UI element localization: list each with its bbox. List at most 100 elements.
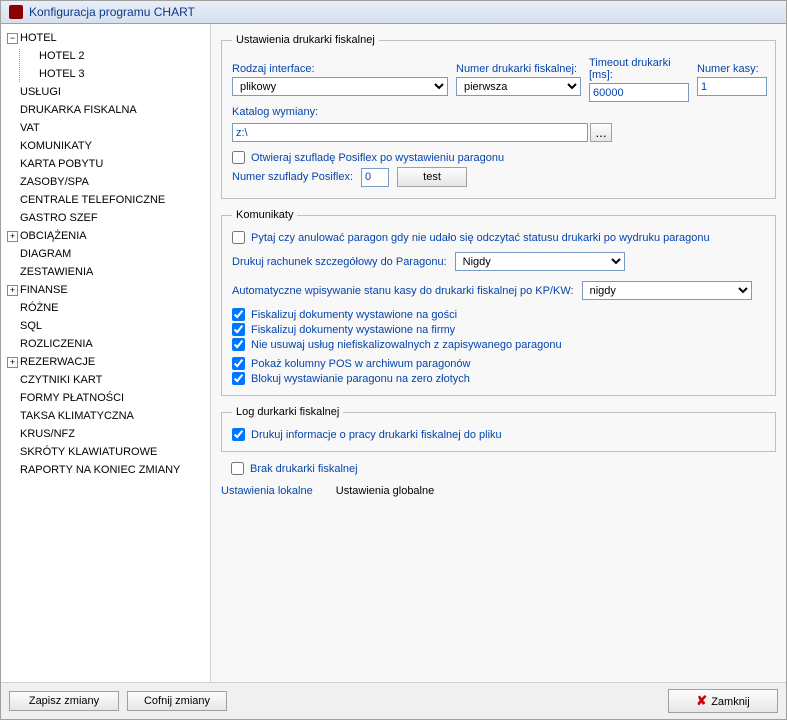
printer-number-label: Numer drukarki fiskalnej:	[456, 63, 581, 75]
tree-item[interactable]: CZYTNIKI KART	[5, 373, 210, 388]
tree-item-label: KOMUNIKATY	[20, 139, 92, 154]
tree-toggle-icon[interactable]: +	[7, 231, 18, 242]
tree-item[interactable]: TAKSA KLIMATYCZNA	[5, 409, 210, 424]
tree-toggle-icon[interactable]: +	[7, 357, 18, 368]
tree-toggle-icon	[26, 69, 37, 80]
tree-item-label: ZESTAWIENIA	[20, 265, 93, 280]
tree-toggle-icon	[7, 177, 18, 188]
tree-toggle-icon	[7, 393, 18, 404]
tree-item-label: RAPORTY NA KONIEC ZMIANY	[20, 463, 180, 478]
tree-item[interactable]: ROZLICZENIA	[5, 337, 210, 352]
browse-button[interactable]: ...	[590, 123, 612, 142]
tree-toggle-icon[interactable]: +	[7, 285, 18, 296]
show-pos-label: Pokaż kolumny POS w archiwum paragonów	[251, 358, 470, 370]
log-group: Log durkarki fiskalnej Drukuj informacje…	[221, 406, 776, 452]
tree-item-label: FINANSE	[20, 283, 68, 298]
katalog-input[interactable]	[232, 123, 588, 142]
tree-toggle-icon	[7, 249, 18, 260]
tab-global: Ustawienia globalne	[336, 485, 434, 497]
tree-toggle-icon	[7, 195, 18, 206]
tab-local[interactable]: Ustawienia lokalne	[221, 485, 313, 497]
tree-item-label: KRUS/NFZ	[20, 427, 75, 442]
interface-select[interactable]: plikowy	[232, 77, 448, 96]
tree-toggle-icon	[7, 213, 18, 224]
tree-item-label: ZASOBY/SPA	[20, 175, 89, 190]
tree-item[interactable]: RAPORTY NA KONIEC ZMIANY	[5, 463, 210, 478]
tree-item[interactable]: USŁUGI	[5, 85, 210, 100]
tree-item-label: RÓŻNE	[20, 301, 59, 316]
tree-item[interactable]: SKRÓTY KLAWIATUROWE	[5, 445, 210, 460]
printer-number-select[interactable]: pierwsza	[456, 77, 581, 96]
tree-item[interactable]: SQL	[5, 319, 210, 334]
tree-item-label: OBCIĄŻENIA	[20, 229, 87, 244]
tree-item[interactable]: GASTRO SZEF	[5, 211, 210, 226]
tree-item[interactable]: +REZERWACJE	[5, 355, 210, 370]
timeout-input[interactable]	[589, 83, 689, 102]
tree-toggle-icon	[7, 321, 18, 332]
komunikaty-group: Komunikaty Pytaj czy anulować paragon gd…	[221, 209, 776, 396]
tree-item[interactable]: +OBCIĄŻENIA	[5, 229, 210, 244]
ask-cancel-label: Pytaj czy anulować paragon gdy nie udało…	[251, 232, 710, 244]
tree-item-label: SKRÓTY KLAWIATUROWE	[20, 445, 157, 460]
ask-cancel-checkbox[interactable]	[232, 231, 245, 244]
tree-item[interactable]: ZESTAWIENIA	[5, 265, 210, 280]
tree-item-label: DRUKARKA FISKALNA	[20, 103, 137, 118]
tree-item[interactable]: −HOTEL	[5, 31, 210, 46]
tree-toggle-icon	[7, 141, 18, 152]
tree-item[interactable]: DIAGRAM	[5, 247, 210, 262]
tree-toggle-icon	[7, 411, 18, 422]
tree-toggle-icon	[7, 375, 18, 386]
tree-toggle-icon	[7, 339, 18, 350]
undo-button[interactable]: Cofnij zmiany	[127, 691, 227, 711]
kasa-label: Numer kasy:	[697, 63, 767, 75]
no-remove-label: Nie usuwaj usług niefiskalizowalnych z z…	[251, 339, 562, 351]
fisk-guests-checkbox[interactable]	[232, 308, 245, 321]
fiscal-printer-group: Ustawienia drukarki fiskalnej Rodzaj int…	[221, 34, 776, 199]
fiscal-printer-legend: Ustawienia drukarki fiskalnej	[232, 34, 379, 46]
tree-toggle-icon	[26, 51, 37, 62]
tree-item-label: TAKSA KLIMATYCZNA	[20, 409, 134, 424]
posiflex-open-checkbox[interactable]	[232, 151, 245, 164]
tree-toggle-icon	[7, 447, 18, 458]
tree-item[interactable]: KARTA POBYTU	[5, 157, 210, 172]
tree-item[interactable]: DRUKARKA FISKALNA	[5, 103, 210, 118]
tree-toggle-icon	[7, 303, 18, 314]
tree-item[interactable]: ZASOBY/SPA	[5, 175, 210, 190]
window-title: Konfiguracja programu CHART	[29, 5, 195, 19]
show-pos-checkbox[interactable]	[232, 357, 245, 370]
tree-item[interactable]: HOTEL 3	[24, 67, 210, 82]
block-zero-checkbox[interactable]	[232, 372, 245, 385]
print-log-checkbox[interactable]	[232, 428, 245, 441]
tree-toggle-icon	[7, 429, 18, 440]
tree-item-label: SQL	[20, 319, 42, 334]
fisk-firms-checkbox[interactable]	[232, 323, 245, 336]
tree-toggle-icon	[7, 267, 18, 278]
no-remove-checkbox[interactable]	[232, 338, 245, 351]
close-button[interactable]: ✘Zamknij	[668, 689, 778, 713]
kasa-input[interactable]	[697, 77, 767, 96]
nav-tree[interactable]: −HOTEL HOTEL 2 HOTEL 3 USŁUGI DRUKARKA FISKA…	[1, 24, 211, 682]
tree-toggle-icon[interactable]: −	[7, 33, 18, 44]
close-icon: ✘	[696, 693, 707, 708]
tree-item[interactable]: +FINANSE	[5, 283, 210, 298]
save-button[interactable]: Zapisz zmiany	[9, 691, 119, 711]
detail-receipt-select[interactable]: Nigdy	[455, 252, 625, 271]
tree-item-label: REZERWACJE	[20, 355, 95, 370]
app-icon	[9, 5, 23, 19]
tree-toggle-icon	[7, 105, 18, 116]
tree-item-label: HOTEL	[20, 31, 57, 46]
tree-item[interactable]: VAT	[5, 121, 210, 136]
auto-state-select[interactable]: nigdy	[582, 281, 752, 300]
test-button[interactable]: test	[397, 167, 467, 187]
tree-item[interactable]: HOTEL 2	[24, 49, 210, 64]
tree-item[interactable]: KOMUNIKATY	[5, 139, 210, 154]
tree-item[interactable]: CENTRALE TELEFONICZNE	[5, 193, 210, 208]
tree-item[interactable]: FORMY PŁATNOŚCI	[5, 391, 210, 406]
tree-item[interactable]: KRUS/NFZ	[5, 427, 210, 442]
tree-item-label: VAT	[20, 121, 40, 136]
no-printer-checkbox[interactable]	[231, 462, 244, 475]
posiflex-num-input[interactable]	[361, 168, 389, 187]
tree-item[interactable]: RÓŻNE	[5, 301, 210, 316]
tree-item-label: CENTRALE TELEFONICZNE	[20, 193, 165, 208]
posiflex-open-label: Otwieraj szufladę Posiflex po wystawieni…	[251, 152, 504, 164]
